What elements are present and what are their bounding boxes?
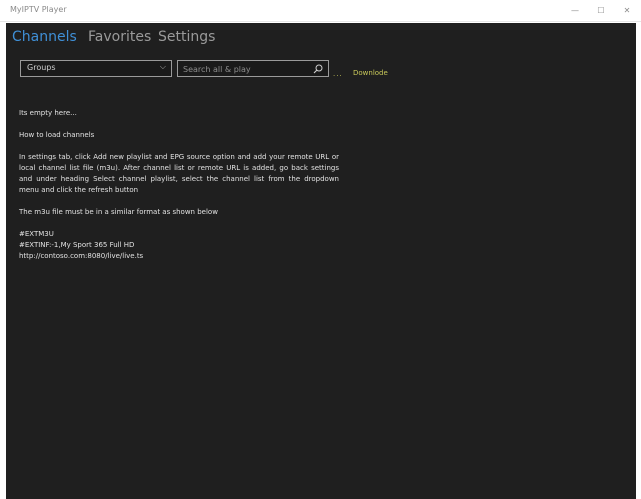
howto-heading: How to load channels [19,131,95,139]
search-box[interactable] [177,60,329,77]
empty-message: Its empty here... [19,109,77,117]
close-button[interactable]: ✕ [614,0,640,22]
search-icon[interactable] [313,64,323,74]
example-line: http://contoso.com:8080/live/live.ts [19,252,144,260]
app-body: Channels Favorites Settings Groups ⌵ ...… [6,23,636,499]
maximize-button[interactable]: ☐ [588,0,614,22]
format-note: The m3u file must be in a similar format… [19,208,218,216]
window-title: MyIPTV Player [10,5,67,14]
download-link[interactable]: Downlode [353,69,388,77]
title-bar: MyIPTV Player — ☐ ✕ [0,0,641,22]
instructions-paragraph: In settings tab, click Add new playlist … [19,153,339,194]
download-progress-dots: ... [333,70,343,78]
groups-dropdown-value: Groups [27,63,56,72]
example-line: #EXTINF:-1,My Sport 365 Full HD [19,241,135,249]
chevron-down-icon: ⌵ [159,62,166,71]
tab-channels[interactable]: Channels [12,29,77,45]
search-input[interactable] [183,63,308,75]
minimize-button[interactable]: — [562,0,588,22]
groups-dropdown[interactable]: Groups ⌵ [20,60,172,77]
tab-favorites[interactable]: Favorites [88,29,151,45]
example-line: #EXTM3U [19,230,54,238]
empty-state-help: Its empty here... How to load channels I… [19,108,339,262]
tab-settings[interactable]: Settings [158,29,215,45]
